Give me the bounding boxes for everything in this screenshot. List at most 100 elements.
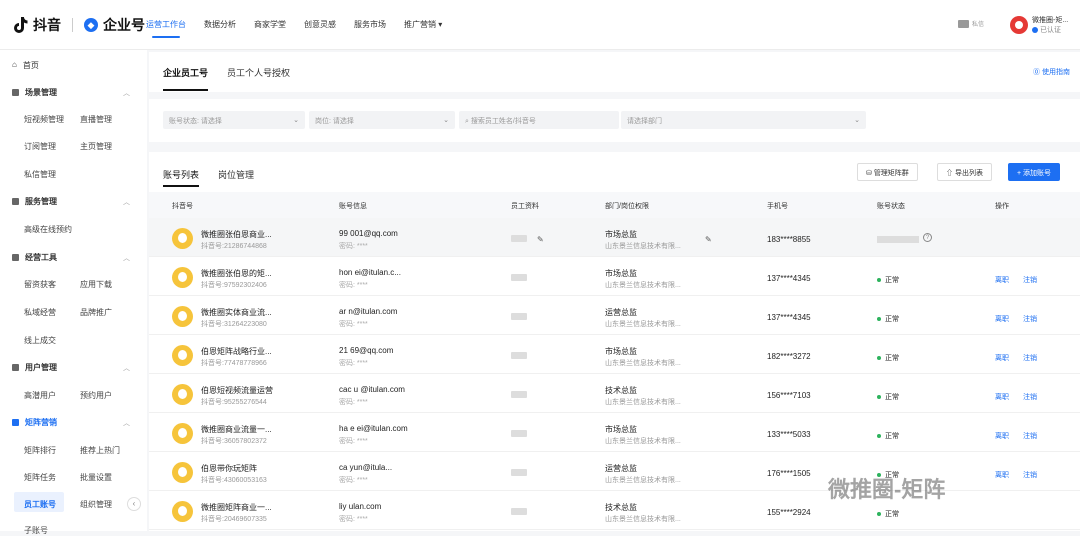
douyin-id: 抖音号:31264223080 [201,321,267,328]
sidebar-item-app[interactable]: 应用下载 [80,279,112,290]
help-icon[interactable]: ? [923,233,932,242]
sidebar-group-scene[interactable]: 场景管理 ︿ [12,87,130,98]
department-select[interactable]: 请选择部门 ⌄ [621,111,866,129]
sidebar-group-users[interactable]: 用户管理 ︿ [12,362,130,373]
sidebar-item-org[interactable]: 组织管理 [80,499,112,510]
table-row[interactable]: 伯恩短视频流量运营 抖音号:95255276544 cac u @itulan.… [149,374,1080,413]
phone: 137****4345 [767,313,811,322]
manage-matrix-group-button[interactable]: ⛁ 管理矩阵群 [857,163,918,181]
tab-position-manage[interactable]: 岗位管理 [218,168,254,181]
sidebar-item-booking[interactable]: 高级在线预约 [24,224,72,235]
edit-icon[interactable]: ✎ [537,235,544,244]
logo[interactable]: 抖音 ◆ 企业号 [12,15,145,35]
sidebar-item-subscribe[interactable]: 订阅管理 [24,141,56,152]
chevron-down-icon: ⌄ [854,117,860,124]
sidebar-item-potential[interactable]: 高潜用户 [24,390,56,401]
table-row[interactable]: 微推圈张伯恩的矩... 抖音号:97592302406 hon ei@itula… [149,257,1080,296]
sidebar-item-leads[interactable]: 留资获客 [24,279,56,290]
nav-workbench[interactable]: 运营工作台 [146,19,186,38]
account-email: 99 001@qq.com [339,229,398,238]
enterprise-text: 企业号 [103,17,145,33]
table-row[interactable]: 微推圈商业流量一... 抖音号:36057802372 ha e ei@itul… [149,413,1080,452]
sidebar-item-tasks[interactable]: 矩阵任务 [24,472,56,483]
chevron-down-icon: ▾ [438,20,443,29]
tab-enterprise-employee[interactable]: 企业员工号 [163,66,209,91]
chevron-down-icon: ⌄ [443,117,449,124]
top-bar: 抖音 ◆ 企业号 运营工作台 数据分析 商家学堂 创意灵感 服务市场 推广营销 … [0,0,1080,50]
nav-market[interactable]: 服务市场 [354,19,386,30]
table-row[interactable]: 伯恩矩阵战略行业... 抖音号:77478778966 21 69@qq.com… [149,335,1080,374]
col-account: 账号信息 [339,203,367,210]
sidebar-item-brand[interactable]: 品牌推广 [80,307,112,318]
resign-link[interactable]: 离职 [995,275,1009,285]
sidebar-group-matrix[interactable]: 矩阵营销 ︿ [12,417,130,428]
tools-icon [12,254,19,261]
department: 运营总监 [605,308,637,317]
sidebar-item-batch[interactable]: 批量设置 [80,472,112,483]
resign-link[interactable]: 离职 [995,392,1009,402]
user-name[interactable]: 微推圈-矩... [1032,15,1068,25]
resign-link[interactable]: 离职 [995,353,1009,363]
service-icon [12,198,19,205]
col-department: 部门/岗位权限 [605,203,649,210]
cancel-account-link[interactable]: 注销 [1023,470,1037,480]
account-name: 微推圈张伯恩商业... [201,230,272,239]
sidebar-item-live[interactable]: 直播管理 [80,114,112,125]
sidebar-item-hot[interactable]: 推荐上热门 [80,445,120,456]
avatar[interactable] [1010,16,1028,34]
position-select[interactable]: 岗位: 请选择 ⌄ [309,111,455,129]
sidebar-item-homepage[interactable]: 主页管理 [80,141,112,152]
group-title: 矩阵营销 [25,418,57,427]
sidebar-item-dm[interactable]: 私信管理 [24,169,56,180]
company: 山东景兰信息技术有限... [605,321,681,328]
phone: 182****3272 [767,352,811,361]
message-label: 私信 [972,22,985,28]
tab-personal-auth[interactable]: 员工个人号授权 [227,66,290,79]
edit-icon[interactable]: ✎ [705,235,712,244]
status-badge: 正常 [877,392,899,402]
sidebar-item-employee[interactable]: 员工账号 [24,499,56,510]
sidebar-item-reserved[interactable]: 预约用户 [80,390,112,401]
sidebar-item-home[interactable]: ⌂ 首页 [12,60,39,71]
search-input[interactable]: ⌕ 搜索员工姓名/抖音号 [459,111,619,129]
help-guide-link[interactable]: ⓪ 使用指南 [1033,67,1070,77]
table-row[interactable]: 微推圈张伯恩商业... 抖音号:21286744868 99 001@qq.co… [149,218,1080,257]
nav-promotion[interactable]: 推广营销 ▾ [404,19,442,30]
company: 山东景兰信息技术有限... [605,360,681,367]
avatar [172,267,193,288]
cancel-account-link[interactable]: 注销 [1023,431,1037,441]
export-button[interactable]: ⇧ 导出列表 [937,163,992,181]
status-dot-icon [877,395,881,399]
add-account-button[interactable]: + 添加账号 [1008,163,1061,181]
group-title: 场景管理 [25,88,57,97]
nav-inspiration[interactable]: 创意灵感 [304,19,336,30]
collapse-sidebar-button[interactable]: ‹ [127,497,141,511]
sidebar-item-video[interactable]: 短视频管理 [24,114,64,125]
cancel-account-link[interactable]: 注销 [1023,275,1037,285]
sidebar-item-ranking[interactable]: 矩阵排行 [24,445,56,456]
sidebar-group-service[interactable]: 服务管理 ︿ [12,196,130,207]
tab-account-list[interactable]: 账号列表 [163,168,200,187]
matrix-icon [12,419,19,426]
sidebar-group-tools[interactable]: 经营工具 ︿ [12,252,130,263]
resign-link[interactable]: 离职 [995,470,1009,480]
account-name: 微推圈张伯恩的矩... [201,269,272,278]
nav-data[interactable]: 数据分析 [204,19,236,30]
sidebar-item-deal[interactable]: 线上成交 [24,335,56,346]
cancel-account-link[interactable]: 注销 [1023,392,1037,402]
cancel-account-link[interactable]: 注销 [1023,353,1037,363]
export-label: 导出列表 [954,170,983,177]
table-row[interactable]: 微推圈实体商业流... 抖音号:31264223080 ar n@itulan.… [149,296,1080,335]
message-button[interactable]: 私信 [958,19,984,28]
account-password: 密码: **** [339,360,368,367]
sidebar-item-private[interactable]: 私域经营 [24,307,56,318]
douyin-id: 抖音号:20469607335 [201,516,267,523]
account-email: ca yun@itula... [339,463,393,472]
cancel-account-link[interactable]: 注销 [1023,314,1037,324]
douyin-id: 抖音号:77478778966 [201,360,267,367]
nav-school[interactable]: 商家学堂 [254,19,286,30]
resign-link[interactable]: 离职 [995,431,1009,441]
status-select[interactable]: 账号状态: 请选择 ⌄ [163,111,305,129]
resign-link[interactable]: 离职 [995,314,1009,324]
employee-info [511,274,527,281]
